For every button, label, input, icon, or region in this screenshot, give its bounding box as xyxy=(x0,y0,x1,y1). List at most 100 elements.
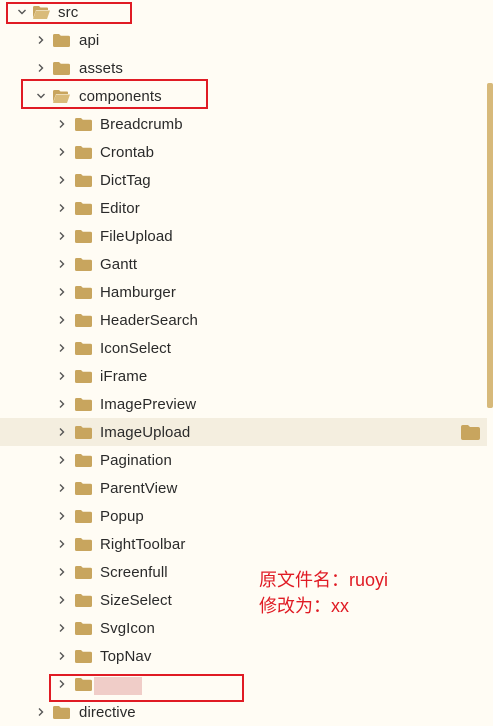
chevron-right-icon[interactable] xyxy=(57,483,67,493)
tree-item-assets[interactable]: assets xyxy=(0,54,487,82)
tree-item-label: ParentView xyxy=(100,480,178,497)
tree-item-label: Editor xyxy=(100,200,140,217)
tree-item-label: Breadcrumb xyxy=(100,116,183,133)
chevron-right-icon[interactable] xyxy=(36,707,46,717)
tree-item-label: api xyxy=(79,32,100,49)
tree-item-label: TopNav xyxy=(100,648,152,665)
chevron-right-icon[interactable] xyxy=(57,511,67,521)
tree-item-label: RightToolbar xyxy=(100,536,186,553)
chevron-right-icon[interactable] xyxy=(57,231,67,241)
folder-icon xyxy=(75,202,92,215)
tree-item-label: iFrame xyxy=(100,368,148,385)
tree-item-gantt[interactable]: Gantt xyxy=(0,250,487,278)
folder-icon xyxy=(75,566,92,579)
tree-item-headersearch[interactable]: HeaderSearch xyxy=(0,306,487,334)
folder-icon xyxy=(75,342,92,355)
chevron-right-icon[interactable] xyxy=(57,539,67,549)
tree-item-directive[interactable]: directive xyxy=(0,698,487,726)
tree-item-label: assets xyxy=(79,60,123,77)
folder-icon xyxy=(53,706,70,719)
folder-icon xyxy=(75,454,92,467)
tree-item-label: Hamburger xyxy=(100,284,176,301)
chevron-right-icon[interactable] xyxy=(57,315,67,325)
tree-item-label: ImagePreview xyxy=(100,396,197,413)
folder-icon xyxy=(75,510,92,523)
tree-item-label: HeaderSearch xyxy=(100,312,198,329)
tree-item-dicttag[interactable]: DictTag xyxy=(0,166,487,194)
tree-item-label: FileUpload xyxy=(100,228,173,245)
folder-icon xyxy=(75,594,92,607)
folder-icon xyxy=(75,314,92,327)
folder-icon xyxy=(75,146,92,159)
tree-item-crontab[interactable]: Crontab xyxy=(0,138,487,166)
folder-icon xyxy=(75,398,92,411)
tree-item-imageupload[interactable]: ImageUpload xyxy=(0,418,487,446)
tree-item-topnav[interactable]: TopNav xyxy=(0,642,487,670)
tree-item-label: Popup xyxy=(100,508,144,525)
chevron-right-icon[interactable] xyxy=(57,287,67,297)
folder-icon xyxy=(75,230,92,243)
scrollbar[interactable] xyxy=(487,83,493,408)
tree-item-hamburger[interactable]: Hamburger xyxy=(0,278,487,306)
folder-icon xyxy=(75,538,92,551)
folder-icon xyxy=(75,286,92,299)
folder-icon xyxy=(75,174,92,187)
tree-item-fileupload[interactable]: FileUpload xyxy=(0,222,487,250)
chevron-right-icon[interactable] xyxy=(57,455,67,465)
tree-item-parentview[interactable]: ParentView xyxy=(0,474,487,502)
tree-item-label: Crontab xyxy=(100,144,155,161)
highlight-src xyxy=(6,2,132,24)
chevron-right-icon[interactable] xyxy=(36,63,46,73)
annotation-line-1: 原文件名：ruoyi xyxy=(259,570,389,590)
folder-icon xyxy=(75,482,92,495)
tree-item-label: Screenfull xyxy=(100,564,168,581)
tree-item-label: IconSelect xyxy=(100,340,172,357)
chevron-right-icon[interactable] xyxy=(36,35,46,45)
folder-icon xyxy=(75,370,92,383)
tree-item-label: directive xyxy=(79,704,136,721)
chevron-right-icon[interactable] xyxy=(57,203,67,213)
folder-action-icon[interactable] xyxy=(461,425,480,440)
folder-icon xyxy=(75,622,92,635)
chevron-right-icon[interactable] xyxy=(57,567,67,577)
chevron-right-icon[interactable] xyxy=(57,623,67,633)
tree-item-imagepreview[interactable]: ImagePreview xyxy=(0,390,487,418)
chevron-right-icon[interactable] xyxy=(57,651,67,661)
annotation-line-2: 修改为：xx xyxy=(259,596,349,616)
tree-item-editor[interactable]: Editor xyxy=(0,194,487,222)
redacted-folder-name xyxy=(94,677,142,695)
tree-item-svgicon[interactable]: SvgIcon xyxy=(0,614,487,642)
tree-item-screenfull[interactable]: Screenfull xyxy=(0,558,487,586)
tree-item-iframe[interactable]: iFrame xyxy=(0,362,487,390)
highlight-renamed-folder xyxy=(49,674,244,702)
tree-item-label: DictTag xyxy=(100,172,151,189)
chevron-right-icon[interactable] xyxy=(57,119,67,129)
highlight-components xyxy=(21,79,208,109)
folder-icon xyxy=(75,258,92,271)
tree-item-righttoolbar[interactable]: RightToolbar xyxy=(0,530,487,558)
chevron-right-icon[interactable] xyxy=(57,175,67,185)
chevron-right-icon[interactable] xyxy=(57,595,67,605)
tree-item-sizeselect[interactable]: SizeSelect xyxy=(0,586,487,614)
folder-icon xyxy=(53,62,70,75)
tree-item-label: Pagination xyxy=(100,452,172,469)
chevron-right-icon[interactable] xyxy=(57,399,67,409)
chevron-right-icon[interactable] xyxy=(57,147,67,157)
chevron-right-icon[interactable] xyxy=(57,259,67,269)
tree-item-label: SvgIcon xyxy=(100,620,155,637)
folder-icon xyxy=(53,34,70,47)
tree-item-breadcrumb[interactable]: Breadcrumb xyxy=(0,110,487,138)
tree-item-iconselect[interactable]: IconSelect xyxy=(0,334,487,362)
tree-item-label: ImageUpload xyxy=(100,424,191,441)
folder-icon xyxy=(75,650,92,663)
chevron-right-icon[interactable] xyxy=(57,371,67,381)
chevron-right-icon[interactable] xyxy=(57,427,67,437)
tree-item-label: SizeSelect xyxy=(100,592,172,609)
folder-icon xyxy=(75,118,92,131)
chevron-right-icon[interactable] xyxy=(57,343,67,353)
tree-item-pagination[interactable]: Pagination xyxy=(0,446,487,474)
tree-item-api[interactable]: api xyxy=(0,26,487,54)
tree-item-popup[interactable]: Popup xyxy=(0,502,487,530)
tree-item-label: Gantt xyxy=(100,256,138,273)
folder-icon xyxy=(75,426,92,439)
